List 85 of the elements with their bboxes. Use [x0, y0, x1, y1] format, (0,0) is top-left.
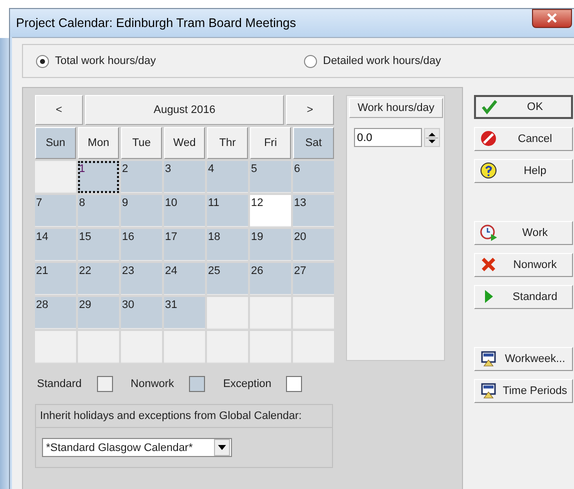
legend-label: Nonwork [130, 378, 174, 390]
day-cell[interactable]: 13 [293, 195, 334, 227]
weekday-header[interactable]: Fri [250, 127, 291, 159]
day-cell[interactable]: 11 [207, 195, 248, 227]
day-cell[interactable]: 17 [164, 229, 205, 261]
legend-swatch [286, 376, 302, 392]
window-title: Project Calendar: Edinburgh Tram Board Meetings [16, 16, 296, 30]
dialog-button[interactable]: Work [474, 221, 573, 245]
day-cell[interactable]: 9 [121, 195, 162, 227]
day-cell[interactable] [250, 331, 291, 363]
weekday-header[interactable]: Wed [164, 127, 205, 159]
day-cell[interactable]: 27 [293, 263, 334, 295]
next-month-button[interactable]: > [286, 95, 334, 125]
month-label: August 2016 [85, 95, 284, 125]
day-cell[interactable]: 4 [207, 161, 248, 193]
weekday-header[interactable]: Sun [35, 127, 76, 159]
clock-icon [480, 224, 498, 242]
radio-button[interactable] [304, 54, 317, 68]
day-cell[interactable] [35, 161, 76, 193]
day-cell[interactable]: 20 [293, 229, 334, 261]
day-cell[interactable]: 30 [121, 297, 162, 329]
day-cell[interactable]: 12 [250, 195, 291, 227]
day-cell[interactable]: 18 [207, 229, 248, 261]
previous-month-button[interactable]: < [35, 95, 83, 125]
weekday-header[interactable]: Tue [121, 127, 162, 159]
monitor-icon [480, 350, 498, 368]
day-cell[interactable]: 28 [35, 297, 76, 329]
radio-button[interactable] [36, 54, 49, 68]
dialog-button[interactable]: Cancel [474, 127, 573, 151]
inherit-label: Inherit holidays and exceptions from Global Calendar: [36, 405, 332, 428]
day-cell[interactable] [35, 331, 76, 363]
calendar-dropdown[interactable]: *Standard Glasgow Calendar* [42, 438, 232, 457]
check-icon [481, 98, 499, 116]
question-icon [480, 162, 498, 180]
day-cell[interactable]: 19 [250, 229, 291, 261]
day-cell[interactable] [164, 331, 205, 363]
day-cell[interactable]: 7 [35, 195, 76, 227]
hours-input[interactable]: 0.0 [354, 128, 422, 147]
day-cell[interactable] [250, 297, 291, 329]
day-cell[interactable]: 1 [78, 161, 119, 193]
day-cell[interactable] [293, 297, 334, 329]
day-cell[interactable]: 16 [121, 229, 162, 261]
weekday-header[interactable]: Sat [293, 127, 334, 159]
day-cell[interactable] [207, 331, 248, 363]
day-cell[interactable]: 6 [293, 161, 334, 193]
day-cell[interactable]: 8 [78, 195, 119, 227]
day-cell[interactable]: 2 [121, 161, 162, 193]
dialog-button[interactable]: Workweek... [474, 347, 573, 371]
day-cell[interactable]: 5 [250, 161, 291, 193]
hours-spinner[interactable] [424, 128, 440, 147]
radio-label: Detailed work hours/day [323, 55, 442, 67]
day-cell[interactable]: 21 [35, 263, 76, 295]
day-cell[interactable] [78, 331, 119, 363]
weekday-header[interactable]: Mon [78, 127, 119, 159]
close-icon [546, 13, 558, 23]
legend-swatch [96, 376, 113, 392]
day-cell[interactable] [293, 331, 334, 363]
day-cell[interactable]: 24 [164, 263, 205, 295]
close-button[interactable] [532, 8, 572, 28]
work-hours-header: Work hours/day [349, 98, 443, 118]
day-cell[interactable]: 22 [78, 263, 119, 295]
legend-swatch [189, 376, 206, 392]
dialog-button[interactable]: OK [474, 95, 573, 119]
day-cell[interactable]: 26 [250, 263, 291, 295]
day-cell[interactable]: 31 [164, 297, 205, 329]
monitor-icon [480, 382, 498, 400]
no-entry-icon [480, 130, 498, 148]
day-cell[interactable]: 15 [78, 229, 119, 261]
dialog-button[interactable]: Help [474, 159, 573, 183]
day-cell[interactable] [207, 297, 248, 329]
day-cell[interactable] [121, 331, 162, 363]
day-cell[interactable]: 3 [164, 161, 205, 193]
radio-label: Total work hours/day [55, 55, 156, 67]
weekday-header[interactable]: Thr [207, 127, 248, 159]
dialog-button[interactable]: Time Periods [474, 379, 573, 403]
dialog-button[interactable]: Standard [474, 285, 573, 309]
day-cell[interactable]: 10 [164, 195, 205, 227]
dialog-button[interactable]: Nonwork [474, 253, 573, 277]
day-cell[interactable]: 29 [78, 297, 119, 329]
day-cell[interactable]: 25 [207, 263, 248, 295]
cross-icon [480, 256, 498, 274]
legend-label: Exception [223, 378, 272, 390]
day-cell[interactable]: 23 [121, 263, 162, 295]
legend-label: Standard [37, 378, 82, 390]
day-cell[interactable]: 14 [35, 229, 76, 261]
